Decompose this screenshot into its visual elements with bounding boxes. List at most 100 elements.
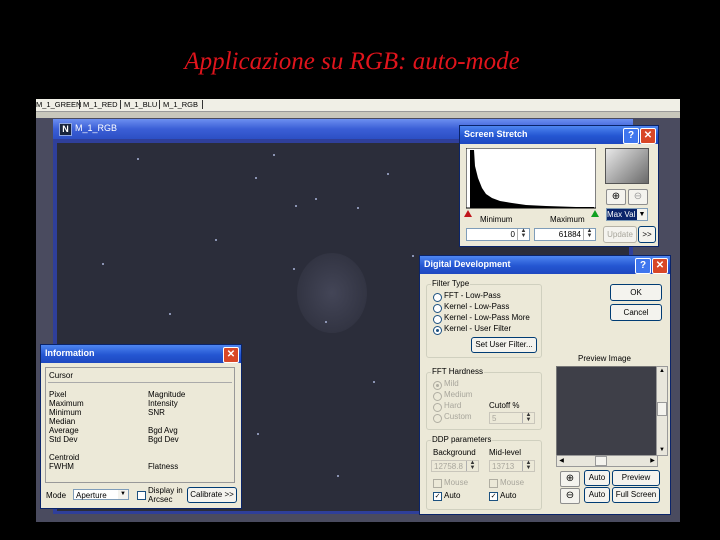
scroll-thumb[interactable]: [657, 402, 667, 416]
zoom-out-icon[interactable]: ⊖: [560, 488, 580, 504]
help-icon[interactable]: ?: [635, 258, 651, 274]
tab-separator: [202, 100, 203, 109]
background-mouse-checkbox[interactable]: [433, 479, 442, 488]
preview-image-label: Preview Image: [578, 354, 631, 363]
horizontal-scrollbar[interactable]: ◀ ▶: [556, 455, 658, 467]
full-screen-button[interactable]: Full Screen: [612, 487, 660, 503]
tab-m1-rgb[interactable]: M_1_RGB: [163, 100, 198, 110]
filter-type-label: Filter Type: [431, 279, 471, 288]
close-icon[interactable]: ✕: [652, 258, 668, 274]
information-titlebar[interactable]: Information ✕: [41, 345, 241, 363]
mode-select[interactable]: Max Val ▼: [606, 208, 648, 221]
preview-button[interactable]: Preview: [612, 470, 660, 486]
zoom-in-icon[interactable]: ⊕: [606, 189, 626, 205]
fft-hardness-label: FFT Hardness: [431, 367, 484, 376]
background-auto-checkbox[interactable]: ✓: [433, 492, 442, 501]
calibrate-button[interactable]: Calibrate >>: [187, 487, 237, 503]
scroll-right-icon[interactable]: ▶: [648, 456, 657, 466]
star: [273, 154, 275, 156]
radio-kernel-low-pass[interactable]: [433, 304, 442, 313]
spinner-icon[interactable]: ▲ ▼: [517, 228, 529, 240]
pixel-label: Pixel: [49, 390, 67, 399]
image-window-title: M_1_RGB: [75, 123, 118, 133]
spinner-icon[interactable]: ▲ ▼: [466, 460, 478, 471]
tab-m1-red[interactable]: M_1_RED: [83, 100, 118, 110]
midlevel-mouse-checkbox[interactable]: [489, 479, 498, 488]
scroll-left-icon[interactable]: ◀: [557, 456, 566, 466]
fft-hardness-group: FFT Hardness Mild Medium Hard Custom Cut…: [426, 367, 542, 430]
chevron-down-icon[interactable]: ▼: [118, 490, 128, 499]
tab-m1-blu[interactable]: M_1_BLU: [124, 100, 157, 110]
radio-medium[interactable]: [433, 392, 442, 401]
close-icon[interactable]: ✕: [223, 347, 239, 363]
ok-button[interactable]: OK: [610, 284, 662, 301]
display-arcsec-label: Display in: [148, 486, 183, 495]
chevron-down-icon[interactable]: ▼: [637, 209, 647, 220]
digital-development-titlebar[interactable]: Digital Development ? ✕: [420, 256, 670, 274]
radio-kernel-low-pass-more[interactable]: [433, 315, 442, 324]
radio-label: Kernel - Low-Pass: [444, 302, 510, 311]
mode-select[interactable]: Aperture ▼: [73, 489, 129, 500]
tab-m1-green[interactable]: M_1_GREEN: [36, 100, 81, 110]
set-user-filter-button[interactable]: Set User Filter...: [471, 337, 537, 353]
star: [315, 198, 317, 200]
auto-button[interactable]: Auto: [584, 470, 610, 486]
radio-hard[interactable]: [433, 403, 442, 412]
ddp-parameters-label: DDP parameters: [431, 435, 493, 444]
digital-development-window[interactable]: Digital Development ? ✕ Filter Type FFT …: [419, 255, 671, 515]
background-input[interactable]: 12758.8 ▲ ▼: [431, 460, 479, 472]
maximum-input[interactable]: 61884 ▲ ▼: [534, 228, 596, 241]
cancel-button[interactable]: Cancel: [610, 304, 662, 321]
zoom-in-icon[interactable]: ⊕: [560, 471, 580, 487]
minimum-input[interactable]: 0 ▲ ▼: [466, 228, 530, 241]
radio-mild[interactable]: [433, 381, 442, 390]
update-button[interactable]: Update: [603, 226, 637, 243]
radio-label: Custom: [444, 412, 472, 421]
cutoff-input[interactable]: 5 ▲ ▼: [489, 412, 535, 424]
star: [412, 255, 414, 257]
median-label: Median: [49, 417, 76, 426]
star: [169, 313, 171, 315]
midlevel-input[interactable]: 13713 ▲ ▼: [489, 460, 535, 472]
document-tab-bar: M_1_GREEN M_1_RED M_1_BLU M_1_RGB: [36, 99, 680, 112]
radio-kernel-user-filter[interactable]: [433, 326, 442, 335]
screen-stretch-titlebar[interactable]: Screen Stretch ? ✕: [460, 126, 658, 144]
spinner-icon[interactable]: ▲ ▼: [522, 412, 534, 423]
help-icon[interactable]: ?: [623, 128, 639, 144]
tab-separator: [120, 100, 121, 109]
radio-fft-low-pass[interactable]: [433, 293, 442, 302]
background-label: Background: [433, 448, 476, 457]
checkbox-label: Auto: [500, 491, 517, 500]
expand-button[interactable]: >>: [638, 226, 656, 243]
min-marker-icon[interactable]: [464, 210, 472, 218]
radio-custom[interactable]: [433, 414, 442, 423]
slide-title: Applicazione su RGB: auto-mode: [184, 48, 520, 75]
app-icon: N: [59, 123, 72, 136]
average-label: Average: [49, 426, 79, 435]
star: [325, 321, 327, 323]
midlevel-auto-checkbox[interactable]: ✓: [489, 492, 498, 501]
close-icon[interactable]: ✕: [640, 128, 656, 144]
scroll-up-icon[interactable]: ▲: [657, 367, 667, 376]
scroll-thumb[interactable]: [595, 456, 607, 466]
zoom-out-icon[interactable]: ⊖: [628, 189, 648, 205]
star: [137, 158, 139, 160]
nebula: [297, 253, 367, 333]
star: [295, 205, 297, 207]
star: [293, 268, 295, 270]
cutoff-value: 5: [492, 414, 497, 423]
max-marker-icon[interactable]: [591, 210, 599, 218]
preview-image[interactable]: [556, 366, 658, 456]
spinner-icon[interactable]: ▲ ▼: [522, 460, 534, 471]
display-arcsec-checkbox[interactable]: [137, 491, 146, 500]
radio-label: FFT - Low-Pass: [444, 291, 501, 300]
magnitude-label: Magnitude: [148, 390, 186, 399]
screen-stretch-window[interactable]: Screen Stretch ? ✕ ⊕ ⊖ Max Val ▼ Minimum…: [459, 125, 659, 247]
information-window[interactable]: Information ✕ Cursor Pixel Maximum Minim…: [40, 344, 242, 509]
spinner-icon[interactable]: ▲ ▼: [583, 228, 595, 240]
checkbox-label: Mouse: [444, 478, 469, 487]
auto-button[interactable]: Auto: [584, 487, 610, 503]
centroid-label: Centroid: [49, 453, 80, 462]
scroll-down-icon[interactable]: ▼: [657, 446, 667, 455]
vertical-scrollbar[interactable]: ▲ ▼: [656, 366, 668, 456]
